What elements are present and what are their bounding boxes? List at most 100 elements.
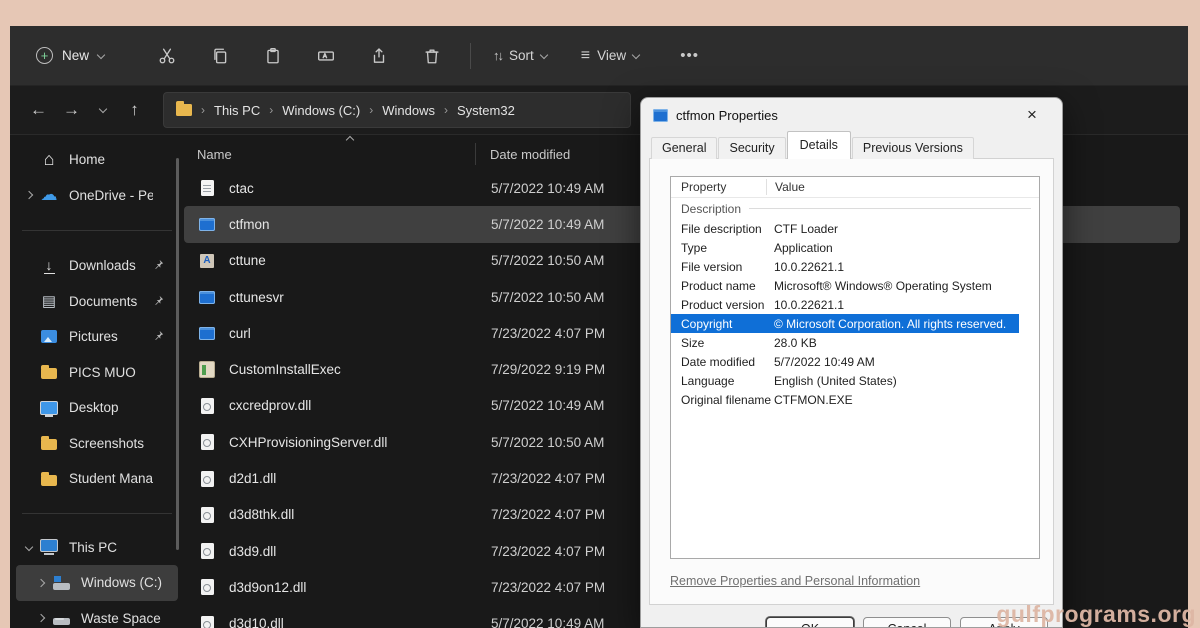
- dialog-tab[interactable]: Security: [718, 137, 785, 159]
- breadcrumb-item[interactable]: › System32: [435, 103, 515, 118]
- dialog-tab-label: Previous Versions: [863, 141, 963, 155]
- property-column-header[interactable]: Property: [671, 180, 766, 194]
- dialog-tab[interactable]: Previous Versions: [852, 137, 974, 159]
- back-button[interactable]: ←: [22, 100, 55, 120]
- sidebar-item-icon: [51, 574, 71, 592]
- expand-chevron-icon[interactable]: [37, 579, 45, 587]
- pin-icon: [153, 294, 164, 309]
- property-row[interactable]: Copyright © Microsoft Corporation. All r…: [671, 314, 1019, 333]
- property-value: English (United States): [774, 374, 1039, 388]
- file-type-icon: [197, 615, 217, 628]
- sidebar-item[interactable]: Desktop: [16, 390, 178, 426]
- date-modified-column-header[interactable]: Date modified: [475, 143, 570, 165]
- file-date-modified: 7/23/2022 4:07 PM: [477, 507, 605, 522]
- dialog-button[interactable]: Cancel: [863, 617, 951, 628]
- property-row[interactable]: Type Application: [671, 238, 1039, 257]
- breadcrumb-item[interactable]: › Windows (C:): [260, 103, 360, 118]
- property-row[interactable]: Product version 10.0.22621.1: [671, 295, 1039, 314]
- file-type-icon: [197, 288, 217, 306]
- property-value: 10.0.22621.1: [774, 260, 1039, 274]
- property-name: Product version: [681, 298, 774, 312]
- expand-chevron-icon[interactable]: [25, 543, 33, 551]
- sidebar-item-label: Home: [69, 152, 153, 167]
- file-type-icon: [197, 179, 217, 197]
- dialog-tab[interactable]: General: [651, 137, 717, 159]
- sidebar-item[interactable]: Pictures: [16, 319, 178, 355]
- recent-locations-button[interactable]: [88, 108, 118, 112]
- name-column-header[interactable]: Name: [197, 147, 475, 162]
- sidebar-item[interactable]: Documents: [16, 284, 178, 320]
- property-row[interactable]: Date modified 5/7/2022 10:49 AM: [671, 352, 1039, 371]
- expand-chevron-icon[interactable]: [25, 191, 33, 199]
- sidebar-scrollbar[interactable]: [176, 158, 179, 550]
- sidebar-item[interactable]: Screenshots: [16, 426, 178, 462]
- file-date-modified: 5/7/2022 10:49 AM: [477, 217, 604, 232]
- breadcrumb[interactable]: › This PC › Windows (C:) › Windows › Sys…: [163, 92, 631, 128]
- file-date-modified: 7/23/2022 4:07 PM: [477, 544, 605, 559]
- sort-button[interactable]: ↑↓ Sort: [483, 40, 557, 71]
- delete-button[interactable]: [405, 47, 458, 65]
- share-icon: [370, 47, 388, 65]
- share-button[interactable]: [352, 47, 405, 65]
- forward-button[interactable]: →: [55, 100, 88, 120]
- expand-chevron-icon[interactable]: [37, 614, 45, 622]
- breadcrumb-item-label: Windows (C:): [282, 103, 360, 118]
- copy-button[interactable]: [193, 47, 246, 65]
- file-date-modified: 5/7/2022 10:50 AM: [477, 435, 604, 450]
- properties-dialog: ctfmon Properties × General Security Det…: [640, 97, 1063, 628]
- sidebar-item[interactable]: This PC: [16, 530, 178, 566]
- property-row[interactable]: File description CTF Loader: [671, 219, 1039, 238]
- new-button[interactable]: + New: [26, 39, 114, 72]
- file-name: cttune: [229, 253, 477, 268]
- sidebar-item[interactable]: Home: [16, 142, 178, 178]
- sidebar-item[interactable]: PICS MUO: [16, 355, 178, 391]
- sidebar-item[interactable]: Downloads: [16, 248, 178, 284]
- rename-button[interactable]: [299, 47, 352, 65]
- file-name: ctac: [229, 181, 477, 196]
- property-value: Application: [774, 241, 1039, 255]
- paste-button[interactable]: [246, 47, 299, 65]
- dialog-tabs: General Security Details Previous Versio…: [641, 132, 1062, 158]
- value-column-header[interactable]: Value: [766, 179, 1039, 195]
- property-value: 28.0 KB: [774, 336, 1039, 350]
- sidebar-item-label: Downloads: [69, 258, 153, 273]
- property-row[interactable]: Size 28.0 KB: [671, 333, 1039, 352]
- properties-list-header: Property Value: [671, 177, 1039, 198]
- up-button[interactable]: ↑: [118, 100, 151, 120]
- dialog-tab[interactable]: Details: [787, 131, 851, 159]
- sidebar-separator: [22, 513, 172, 514]
- sidebar-item-label: PICS MUO: [69, 365, 153, 380]
- date-column-label: Date modified: [490, 147, 570, 162]
- close-button[interactable]: ×: [1014, 98, 1050, 132]
- properties-list[interactable]: Property Value Description File descript…: [670, 176, 1040, 559]
- property-value: CTFMON.EXE: [774, 393, 1039, 407]
- property-row[interactable]: File version 10.0.22621.1: [671, 257, 1039, 276]
- sidebar-item[interactable]: Windows (C:): [16, 565, 178, 601]
- cut-button[interactable]: [140, 47, 193, 65]
- more-options-button[interactable]: •••: [663, 47, 716, 64]
- dialog-button-label: OK: [801, 622, 819, 628]
- chevron-down-icon: [632, 50, 640, 58]
- view-button[interactable]: ≡ View: [571, 39, 649, 73]
- property-value: 10.0.22621.1: [774, 298, 1039, 312]
- file-date-modified: 7/23/2022 4:07 PM: [477, 326, 605, 341]
- sidebar-item-label: Pictures: [69, 329, 153, 344]
- file-name: ctfmon: [229, 217, 477, 232]
- sidebar-item[interactable]: Waste Space (I: [16, 601, 178, 628]
- breadcrumb-item[interactable]: › Windows: [360, 103, 435, 118]
- sidebar-separator: [22, 230, 172, 231]
- sidebar-item[interactable]: Student Manage: [16, 461, 178, 497]
- breadcrumb-item[interactable]: › This PC: [192, 103, 260, 118]
- property-row[interactable]: Language English (United States): [671, 371, 1039, 390]
- remove-properties-link[interactable]: Remove Properties and Personal Informati…: [670, 574, 920, 588]
- property-name: Date modified: [681, 355, 774, 369]
- file-type-icon: [197, 470, 217, 488]
- sidebar-item-label: Student Manage: [69, 471, 153, 486]
- dialog-button[interactable]: OK: [766, 617, 854, 628]
- file-date-modified: 5/7/2022 10:49 AM: [477, 181, 604, 196]
- property-row[interactable]: Product name Microsoft® Windows® Operati…: [671, 276, 1039, 295]
- rename-icon: [317, 47, 335, 65]
- property-row[interactable]: Original filename CTFMON.EXE: [671, 390, 1039, 409]
- sidebar-item-label: This PC: [69, 540, 164, 555]
- sidebar-item[interactable]: OneDrive - Perso: [16, 178, 178, 214]
